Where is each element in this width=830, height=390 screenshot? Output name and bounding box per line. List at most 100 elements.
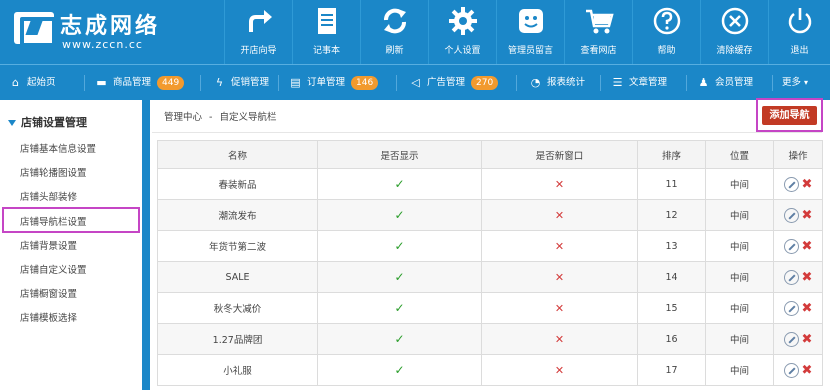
toolbar-logout[interactable]: 退出 — [768, 0, 830, 64]
users-icon: ♟ — [698, 76, 709, 89]
toolbar-label: 开店向导 — [240, 46, 277, 56]
cell-actions: ✖ — [773, 199, 823, 231]
edit-icon[interactable] — [783, 269, 799, 285]
edit-icon[interactable] — [783, 331, 799, 347]
table-row: 潮流发布 ✓ ✕ 12 中间 ✖ — [157, 199, 823, 231]
table-row: 小礼服 ✓ ✕ 17 中间 ✖ — [157, 354, 823, 386]
nav-item-goods[interactable]: ▬ 商品管理 449 — [96, 65, 185, 101]
refresh-icon — [384, 8, 406, 34]
cell-visible: ✓ — [317, 323, 482, 355]
notepad-icon — [318, 8, 336, 34]
cell-order: 14 — [637, 261, 706, 293]
share-arrow-icon — [249, 10, 272, 32]
nav-item-promotion[interactable]: ϟ 促销管理 — [214, 65, 269, 101]
cell-actions: ✖ — [773, 230, 823, 262]
site-logo[interactable]: 志成网络 www.zccn.cc — [14, 6, 234, 58]
home-icon: ⌂ — [12, 76, 19, 89]
toolbar-refresh[interactable]: 刷新 — [360, 0, 428, 64]
column-header-order: 排序 — [637, 140, 706, 169]
sidebar-item-basic-info[interactable]: 店铺基本信息设置 — [20, 141, 96, 155]
nav-divider — [396, 75, 397, 91]
add-navigation-button[interactable]: 添加导航 — [762, 106, 817, 125]
nav-item-members[interactable]: ♟ 会员管理 — [698, 65, 753, 101]
delete-icon[interactable]: ✖ — [802, 177, 813, 192]
cross-icon: ✕ — [554, 177, 565, 191]
cell-name: SALE — [157, 261, 318, 293]
sidebar-item-template[interactable]: 店铺模板选择 — [20, 310, 77, 324]
lightning-icon: ϟ — [215, 76, 224, 89]
goods-count-badge: 449 — [157, 75, 185, 90]
toolbar-label: 退出 — [790, 46, 809, 56]
sidebar-item-carousel[interactable]: 店铺轮播图设置 — [20, 165, 87, 179]
toolbar-label: 个人设置 — [444, 46, 481, 56]
breadcrumb: 管理中心 - 自定义导航栏 — [164, 109, 277, 123]
table-row: 1.27品牌团 ✓ ✕ 16 中间 ✖ — [157, 323, 823, 355]
cell-actions: ✖ — [773, 323, 823, 355]
cell-order: 12 — [637, 199, 706, 231]
toolbar-label: 帮助 — [657, 46, 676, 56]
column-header-position: 位置 — [705, 140, 774, 169]
nav-item-orders[interactable]: ▤ 订单管理 146 — [290, 65, 379, 101]
cell-order: 15 — [637, 292, 706, 324]
cell-position: 中间 — [705, 354, 774, 386]
toolbar-help[interactable]: 帮助 — [632, 0, 700, 64]
cart-icon — [586, 9, 614, 34]
clipboard-icon: ▤ — [290, 76, 301, 89]
toolbar-notepad[interactable]: 记事本 — [292, 0, 360, 64]
edit-icon[interactable] — [783, 300, 799, 316]
sidebar-item-custom[interactable]: 店铺自定义设置 — [20, 262, 87, 276]
sidebar-item-background[interactable]: 店铺背景设置 — [20, 238, 77, 252]
delete-icon[interactable]: ✖ — [802, 270, 813, 285]
toolbar-personal-settings[interactable]: 个人设置 — [428, 0, 496, 64]
cell-order: 17 — [637, 354, 706, 386]
nav-label: 文章管理 — [629, 77, 668, 88]
chevron-down-icon: ▾ — [804, 78, 809, 87]
cell-position: 中间 — [705, 292, 774, 324]
breadcrumb-separator: - — [209, 112, 213, 123]
column-header-visible: 是否显示 — [317, 140, 482, 169]
toolbar-label: 记事本 — [312, 46, 340, 56]
sidebar-item-showcase[interactable]: 店铺橱窗设置 — [20, 286, 77, 300]
breadcrumb-root[interactable]: 管理中心 — [164, 112, 202, 123]
check-icon: ✓ — [394, 239, 405, 253]
delete-icon[interactable]: ✖ — [802, 301, 813, 316]
toolbar-open-shop-guide[interactable]: 开店向导 — [224, 0, 292, 64]
toolbar-clear-cache[interactable]: 清除缓存 — [700, 0, 768, 64]
nav-item-reports[interactable]: ◔ 报表统计 — [530, 65, 585, 101]
delete-icon[interactable]: ✖ — [802, 239, 813, 254]
toolbar-view-shop[interactable]: 查看网店 — [564, 0, 632, 64]
edit-icon[interactable] — [783, 176, 799, 192]
nav-item-more[interactable]: 更多 ▾ — [782, 65, 808, 101]
cell-name: 小礼服 — [157, 354, 318, 386]
nav-item-articles[interactable]: ☰ 文章管理 — [612, 65, 667, 101]
toolbar-label: 清除缓存 — [716, 46, 753, 56]
gear-icon — [449, 7, 477, 35]
column-header-new-window: 是否新窗口 — [481, 140, 638, 169]
cell-new-window: ✕ — [481, 261, 638, 293]
delete-icon[interactable]: ✖ — [802, 208, 813, 223]
check-icon: ✓ — [394, 270, 405, 284]
edit-icon[interactable] — [783, 362, 799, 378]
main-nav: ⌂ 起始页 ▬ 商品管理 449 ϟ 促销管理 ▤ 订单管理 146 ◁ 广告管理 270 ◔ 报… — [0, 64, 830, 100]
sidebar-heading[interactable]: 店铺设置管理 — [8, 114, 87, 130]
edit-icon[interactable] — [783, 238, 799, 254]
sidebar: 店铺设置管理 店铺基本信息设置 店铺轮播图设置 店铺头部装修 店铺导航栏设置 店… — [0, 100, 146, 390]
cell-visible: ✓ — [317, 199, 482, 231]
logo-subtitle: www.zccn.cc — [62, 38, 143, 51]
sidebar-item-header-decor[interactable]: 店铺头部装修 — [20, 189, 77, 203]
delete-icon[interactable]: ✖ — [802, 363, 813, 378]
folder-icon: ▬ — [96, 76, 107, 89]
nav-label: 促销管理 — [231, 77, 270, 88]
toolbar-admin-message[interactable]: 管理员留言 — [496, 0, 564, 64]
cell-visible: ✓ — [317, 354, 482, 386]
nav-item-home[interactable]: ⌂ 起始页 — [10, 65, 56, 101]
check-icon: ✓ — [394, 363, 405, 377]
cell-new-window: ✕ — [481, 199, 638, 231]
cross-icon: ✕ — [554, 301, 565, 315]
cell-new-window: ✕ — [481, 354, 638, 386]
table-row: 春装新品 ✓ ✕ 11 中间 ✖ — [157, 168, 823, 200]
cross-icon: ✕ — [554, 208, 565, 222]
edit-icon[interactable] — [783, 207, 799, 223]
nav-item-ads[interactable]: ◁ 广告管理 270 — [410, 65, 499, 101]
delete-icon[interactable]: ✖ — [802, 332, 813, 347]
